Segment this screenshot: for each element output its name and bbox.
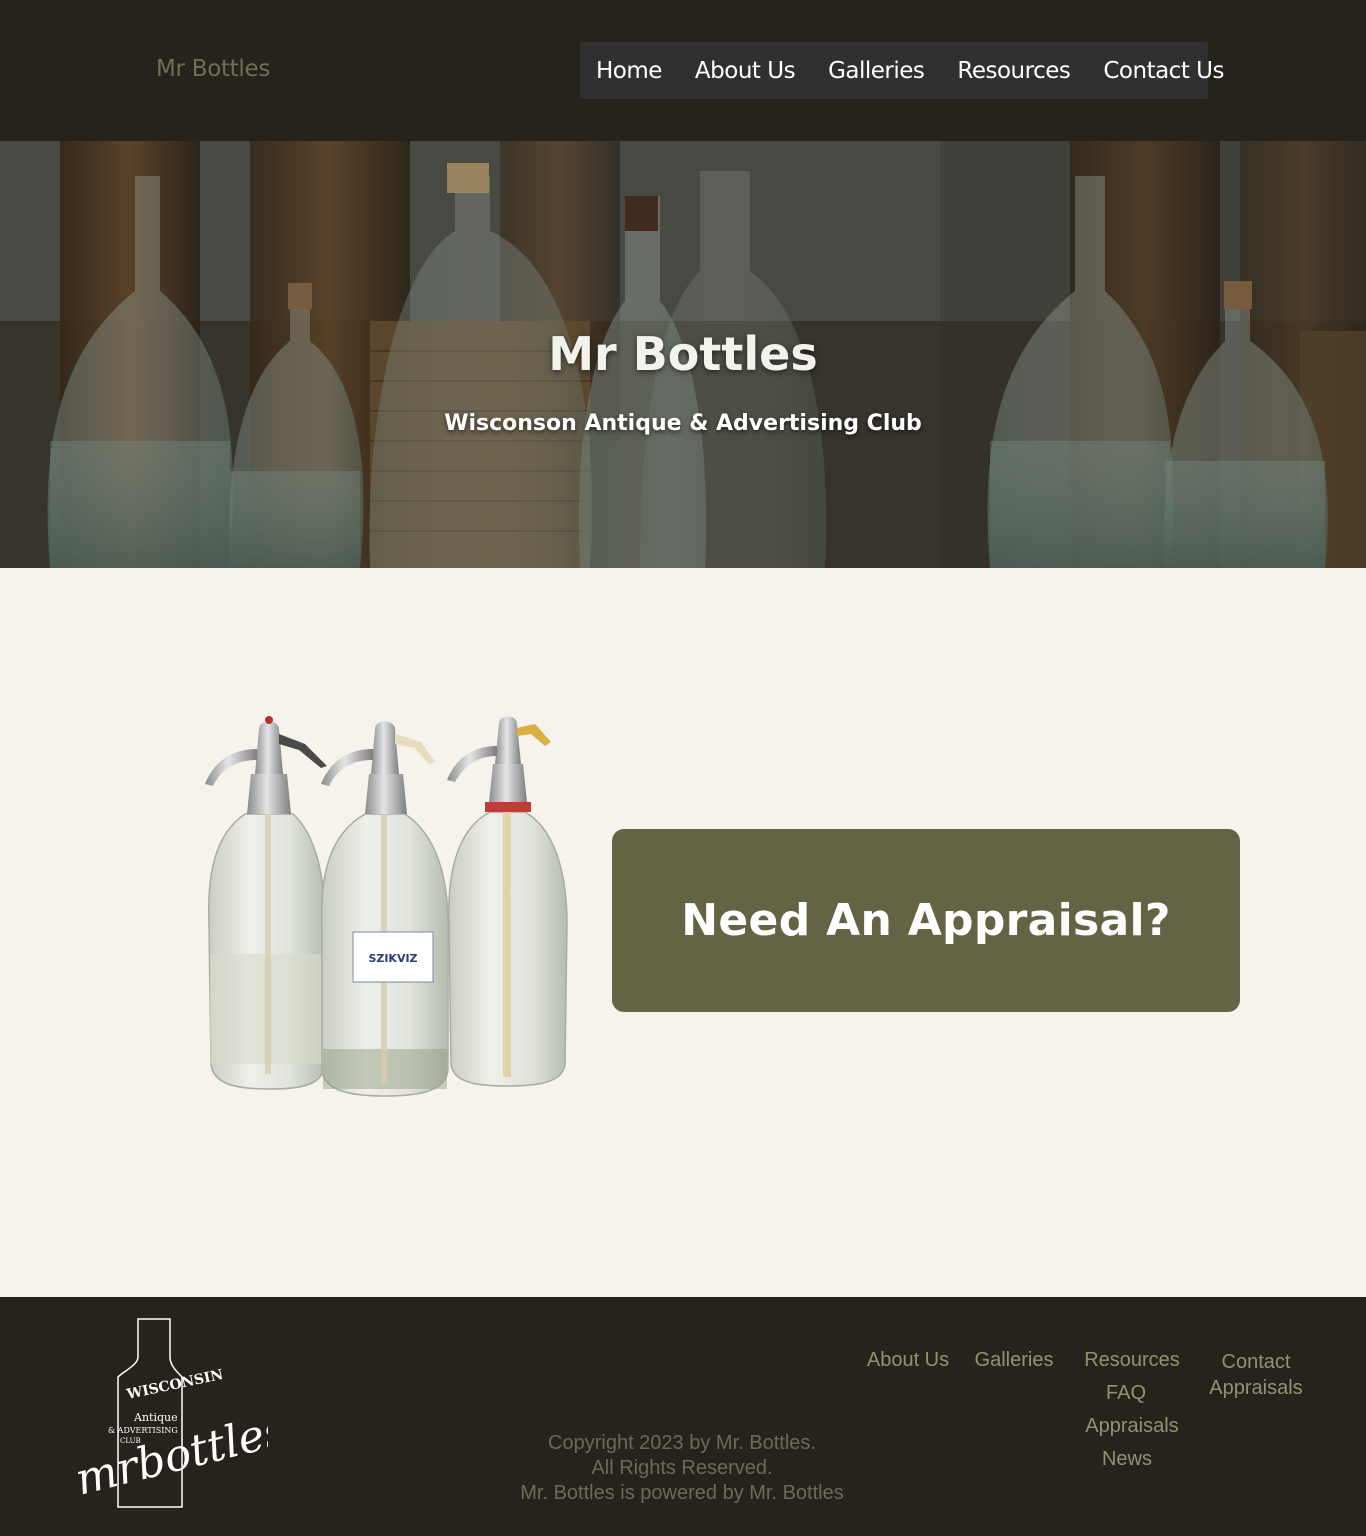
footer-contact-column: Contact Appraisals [1200, 1349, 1312, 1401]
nav-resources[interactable]: Resources [957, 58, 1070, 84]
copyright-line: Copyright 2023 by Mr. Bottles. [548, 1432, 816, 1454]
site-name-link[interactable]: Mr Bottles [156, 56, 270, 82]
footer-link-contact-appraisals[interactable]: Appraisals [1200, 1375, 1312, 1401]
footer-link-contact[interactable]: Contact [1200, 1349, 1312, 1375]
hero-subtitle: Wisconson Antique & Advertising Club [444, 411, 922, 436]
site-header: Mr Bottles Home About Us Galleries Resou… [0, 0, 1366, 141]
hero-title: Mr Bottles [548, 327, 818, 381]
logo-antique-text: Antique [133, 1411, 178, 1424]
nav-galleries[interactable]: Galleries [828, 58, 925, 84]
nav-contact-us[interactable]: Contact Us [1103, 58, 1224, 84]
footer-link-resources[interactable]: Resources [1078, 1349, 1186, 1372]
footer-link-galleries[interactable]: Galleries [968, 1349, 1060, 1372]
nav-home[interactable]: Home [596, 58, 662, 84]
rights-line: All Rights Reserved. [591, 1457, 773, 1479]
footer-link-news[interactable]: News [1068, 1448, 1186, 1471]
siphon-bottles-image: SZIKVIZ [205, 716, 568, 1097]
logo-wisconsin-text: WISCONSIN [125, 1367, 225, 1403]
main-section: SZIKVIZ Need An Appraisal? [0, 568, 1366, 1297]
footer-link-appraisals[interactable]: Appraisals [1078, 1415, 1186, 1438]
need-appraisal-button[interactable]: Need An Appraisal? [612, 829, 1240, 1012]
need-appraisal-label: Need An Appraisal? [681, 895, 1171, 946]
powered-by-line: Mr. Bottles is powered by Mr. Bottles [520, 1482, 844, 1504]
footer-link-about-us[interactable]: About Us [862, 1349, 954, 1372]
main-nav: Home About Us Galleries Resources Contac… [580, 42, 1224, 99]
hero-banner: Mr Bottles Wisconson Antique & Advertisi… [0, 141, 1366, 568]
mr-bottles-logo[interactable]: WISCONSIN Antique & ADVERTISING CLUB mrb… [78, 1317, 268, 1512]
footer-resources-column: Resources FAQ Appraisals News [1078, 1349, 1186, 1471]
footer-link-faq[interactable]: FAQ [1066, 1382, 1186, 1405]
site-footer: WISCONSIN Antique & ADVERTISING CLUB mrb… [0, 1297, 1366, 1536]
siphon-label-text: SZIKVIZ [368, 952, 417, 965]
nav-about-us[interactable]: About Us [695, 58, 796, 84]
copyright-block: Copyright 2023 by Mr. Bottles. All Right… [482, 1431, 882, 1506]
